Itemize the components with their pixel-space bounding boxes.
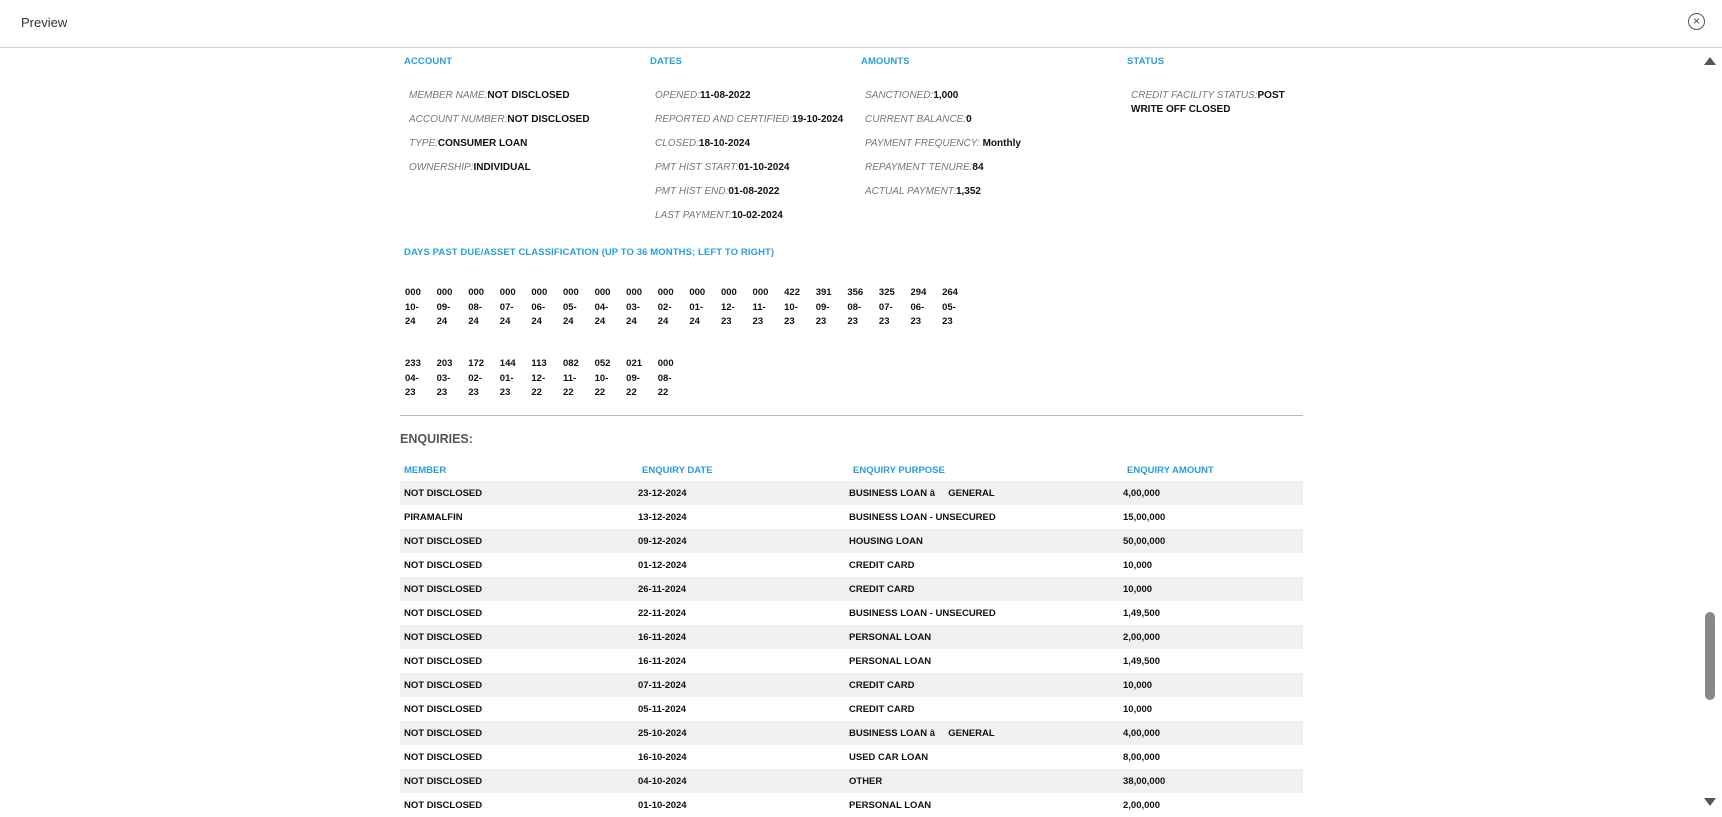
type-field: TYPE:CONSUMER LOAN <box>409 138 528 149</box>
credit-facility-status-field: CREDIT FACILITY STATUS:POST WRITE OFF CL… <box>1131 90 1285 115</box>
repayment-tenure-field: REPAYMENT TENURE:84 <box>865 162 984 173</box>
dpd-row-2: 233 04- 23 203 03- 23 172 02- 23 144 01- 23 113 1… <box>405 357 689 401</box>
preview-header: Preview × <box>0 0 1722 48</box>
dpd-cell: 172 02- 23 <box>468 358 485 398</box>
report-content: ACCOUNT DATES AMOUNTS STATUS MEMBER NAME… <box>0 48 1722 817</box>
pmt-hist-end-field: PMT HIST END:01-08-2022 <box>655 186 780 197</box>
member-name-field: MEMBER NAME:NOT DISCLOSED <box>409 90 570 101</box>
actual-payment-field: ACTUAL PAYMENT:1,352 <box>865 186 981 197</box>
table-row: NOT DISCLOSED 25-10-2024 BUSINESS LOAN â G… <box>400 721 1303 745</box>
sanctioned-field: SANCTIONED:1,000 <box>865 90 959 101</box>
dpd-title: DAYS PAST DUE/ASSET CLASSIFICATION (UP T… <box>404 247 775 258</box>
enquiries-title: ENQUIRIES: <box>400 432 473 446</box>
column-header-enquiry-date: ENQUIRY DATE <box>642 465 713 476</box>
table-row: NOT DISCLOSED 01-10-2024 PERSONAL LOAN 2,00… <box>404 799 1160 811</box>
enquiries-table: NOT DISCLOSED 23-12-2024 BUSINESS LOAN â G… <box>400 481 1303 817</box>
ownership-field: OWNERSHIP:INDIVIDUAL <box>409 162 531 173</box>
pmt-hist-start-field: PMT HIST START:01-10-2024 <box>655 162 790 173</box>
table-row: NOT DISCLOSED 22-11-2024 BUSINESS LOAN - U… <box>404 607 1160 619</box>
scrollbar-thumb[interactable] <box>1705 612 1715 700</box>
payment-frequency-field: PAYMENT FREQUENCY: Monthly <box>865 138 1021 149</box>
dpd-cell: 113 12- 22 <box>531 358 547 398</box>
table-row: NOT DISCLOSED 04-10-2024 OTHER 38,00,000 <box>400 769 1303 793</box>
dpd-cell: 264 05- 23 <box>942 287 958 327</box>
window-title: Preview <box>21 15 68 30</box>
dpd-cell: 356 08- 23 <box>847 287 864 327</box>
last-payment-field: LAST PAYMENT:10-02-2024 <box>655 210 783 221</box>
dpd-cell: 233 04- 23 <box>405 358 421 398</box>
table-row: PIRAMALFIN 13-12-2024 BUSINESS LOAN - UNSE… <box>404 511 1166 523</box>
dpd-cell: 000 10- 24 <box>405 287 421 327</box>
dpd-cell: 144 01- 23 <box>499 358 516 398</box>
account-header: ACCOUNT <box>404 56 453 67</box>
current-balance-field: CURRENT BALANCE:0 <box>865 114 972 125</box>
table-row: NOT DISCLOSED 07-11-2024 CREDIT CARD 10,000 <box>400 673 1303 697</box>
dpd-cell: 000 06- 24 <box>531 287 548 327</box>
dpd-cell: 000 08- 24 <box>468 287 485 327</box>
dpd-cell: 000 01- 24 <box>689 287 706 327</box>
table-row: NOT DISCLOSED 23-12-2024 BUSINESS LOAN â G… <box>400 481 1303 505</box>
dpd-cell: 000 03- 24 <box>626 287 643 327</box>
close-icon[interactable]: × <box>1688 13 1705 30</box>
dpd-cell: 000 12- 23 <box>720 287 737 327</box>
dpd-cell: 082 11- 22 <box>562 358 579 398</box>
scroll-down-arrow-icon[interactable] <box>1704 798 1716 806</box>
scroll-up-arrow-icon[interactable] <box>1704 57 1716 65</box>
dpd-cell: 021 09- 22 <box>626 358 643 398</box>
dpd-cell: 052 10- 22 <box>594 358 611 398</box>
closed-field: CLOSED:18-10-2024 <box>655 138 751 149</box>
table-row: NOT DISCLOSED 26-11-2024 CREDIT CARD 10,000 <box>400 577 1303 601</box>
table-row: NOT DISCLOSED 16-11-2024 PERSONAL LOAN 2,00… <box>400 625 1303 649</box>
dpd-row-1: 000 10- 24 000 09- 24 000 08- 24 000 07- 24 000 0… <box>405 286 974 330</box>
amounts-header: AMOUNTS <box>861 56 910 67</box>
section-divider <box>400 415 1303 416</box>
opened-field: OPENED:11-08-2022 <box>655 90 751 101</box>
table-row: NOT DISCLOSED 01-12-2024 CREDIT CARD 10,000 <box>404 559 1153 571</box>
dpd-cell: 422 10- 23 <box>784 287 800 327</box>
dates-header: DATES <box>650 56 682 67</box>
table-row: NOT DISCLOSED 09-12-2024 HOUSING LOAN 50,00… <box>400 529 1303 553</box>
dpd-cell: 325 07- 23 <box>878 287 895 327</box>
dpd-cell: 000 11- 23 <box>752 287 769 327</box>
dpd-cell: 000 05- 24 <box>562 287 579 327</box>
dpd-cell: 000 02- 24 <box>657 287 674 327</box>
dpd-cell: 000 04- 24 <box>594 287 611 327</box>
reported-certified-field: REPORTED AND CERTIFIED:19-10-2024 <box>655 114 844 125</box>
account-number-field: ACCOUNT NUMBER:NOT DISCLOSED <box>409 114 590 125</box>
column-header-enquiry-purpose: ENQUIRY PURPOSE <box>853 465 945 476</box>
status-header: STATUS <box>1127 56 1165 67</box>
column-header-member: MEMBER <box>404 465 447 476</box>
dpd-cell: 000 07- 24 <box>499 287 516 327</box>
dpd-cell: 203 03- 23 <box>436 358 453 398</box>
dpd-cell: 000 09- 24 <box>436 287 453 327</box>
table-row: NOT DISCLOSED 16-10-2024 USED CAR LOAN 8,00… <box>404 751 1160 763</box>
dpd-cell: 391 09- 23 <box>815 287 832 327</box>
dpd-cell: 000 08- 22 <box>657 358 674 398</box>
table-row: NOT DISCLOSED 16-11-2024 PERSONAL LOAN 1,49… <box>404 655 1160 667</box>
dpd-cell: 294 06- 23 <box>910 287 927 327</box>
table-row: NOT DISCLOSED 05-11-2024 CREDIT CARD 10,000 <box>404 703 1153 715</box>
column-header-enquiry-amount: ENQUIRY AMOUNT <box>1127 465 1214 476</box>
